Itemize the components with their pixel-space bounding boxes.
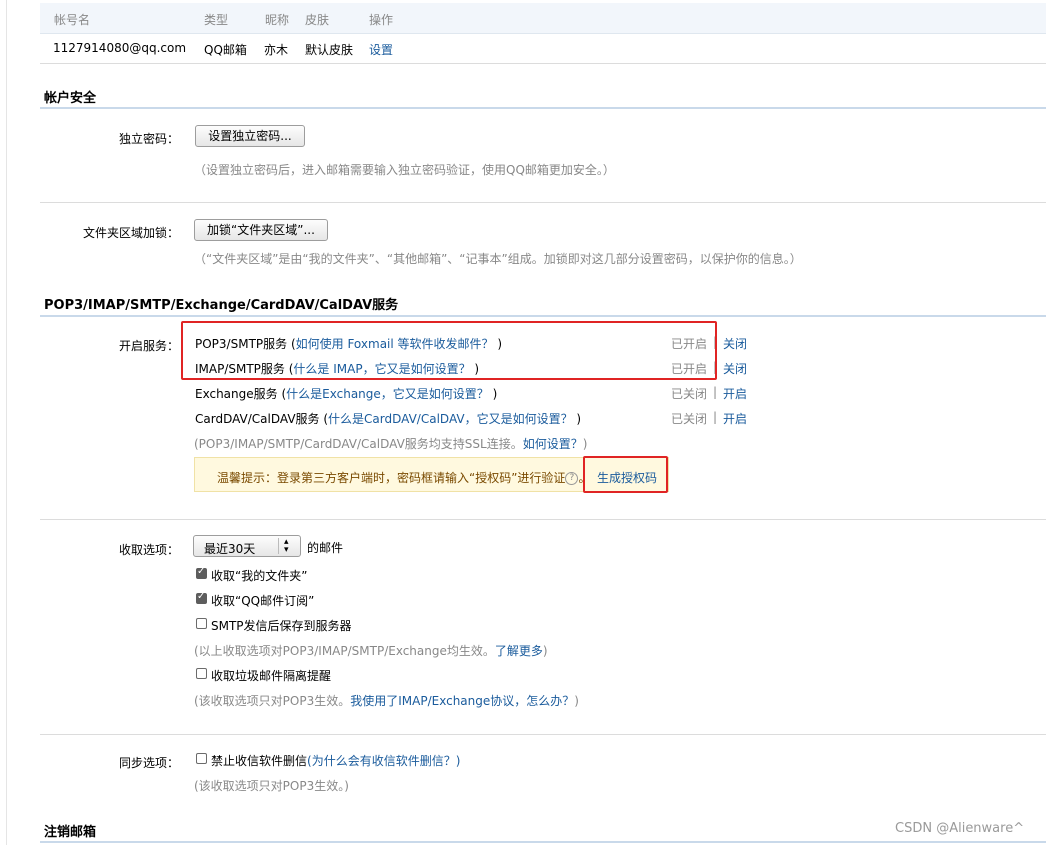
service-carddav-name: CardDAV/CalDAV服务: [195, 412, 320, 426]
receive-qq-subscription-label: 收取“QQ邮件订阅”: [211, 594, 315, 608]
independent-password-hint: （设置独立密码后，进入邮箱需要输入独立密码验证，使用QQ邮箱更加安全。）: [194, 163, 615, 177]
prevent-client-delete-checkbox[interactable]: [196, 753, 207, 764]
paren: (: [277, 387, 287, 401]
services-label: 开启服务：: [119, 339, 180, 353]
section-divider: [40, 107, 1046, 109]
receive-range-suffix: 的邮件: [307, 541, 344, 555]
paren: ): [542, 644, 548, 658]
folder-lock-label: 文件夹区域加锁：: [83, 226, 180, 240]
col-header-type: 类型: [204, 13, 229, 27]
separator: |: [713, 385, 718, 399]
receive-note-text: (以上收取选项对POP3/IMAP/SMTP/Exchange均生效。: [194, 644, 495, 658]
smtp-save-sent-checkbox[interactable]: [196, 618, 207, 629]
service-carddav-toggle-link[interactable]: 开启: [723, 410, 747, 427]
receive-my-folders-checkbox[interactable]: [196, 566, 207, 579]
ssl-help-link[interactable]: 如何设置？: [523, 437, 583, 451]
paren: ): [488, 387, 498, 401]
col-header-skin: 皮肤: [305, 13, 330, 27]
why-delete-link[interactable]: (为什么会有收信软件删信？): [307, 754, 460, 768]
learn-more-link[interactable]: 了解更多: [495, 644, 543, 658]
question-icon[interactable]: ?: [565, 472, 579, 485]
sync-options-label: 同步选项：: [119, 756, 180, 770]
service-exchange-help-link[interactable]: 什么是Exchange，它又是如何设置？: [286, 387, 489, 401]
folder-lock-hint: （“文件夹区域”是由“我的文件夹”、“其他邮箱”、“记事本”组成。加锁即对这几部…: [194, 252, 802, 266]
divider: [40, 734, 1046, 735]
watermark: CSDN @Alienware^: [895, 821, 1025, 836]
paren: ): [582, 437, 588, 451]
highlight-box: [181, 321, 717, 380]
chevron-updown-icon: ▴ ▾: [284, 537, 289, 555]
smtp-save-sent-label: SMTP发信后保存到服务器: [211, 619, 352, 633]
tip-message: 温馨提示：登录第三方客户端时，密码框请输入“授权码”进行验证: [217, 471, 566, 485]
account-table-header: [40, 3, 1046, 34]
account-skin: 默认皮肤: [305, 43, 354, 57]
imap-exchange-help-link[interactable]: 我使用了IMAP/Exchange协议，怎么办？: [350, 694, 574, 708]
divider: [40, 202, 1046, 203]
lock-folder-area-button[interactable]: 加锁“文件夹区域”...: [194, 219, 328, 241]
sync-note: (该收取选项只对POP3生效。): [194, 779, 349, 793]
separator: |: [713, 410, 718, 424]
paren: ): [572, 412, 582, 426]
receive-my-folders-label: 收取“我的文件夹”: [211, 569, 308, 583]
paren: ): [574, 694, 579, 708]
section-divider: [40, 841, 1046, 843]
security-title: 帐户安全: [44, 91, 97, 106]
service-exchange-name: Exchange服务: [195, 387, 278, 401]
independent-password-label: 独立密码：: [119, 132, 180, 146]
section-divider: [40, 315, 1046, 317]
service-exchange-row: Exchange服务 (什么是Exchange，它又是如何设置？ ): [195, 385, 497, 402]
col-header-account: 帐号名: [54, 13, 91, 27]
pop3-only-text: (该收取选项只对POP3生效。: [194, 694, 351, 708]
receive-options-label: 收取选项：: [119, 543, 180, 557]
service-imap-toggle-link[interactable]: 关闭: [723, 360, 747, 377]
account-settings-link[interactable]: 设置: [369, 41, 393, 58]
prevent-client-delete-label: 禁止收信软件删信: [211, 754, 308, 768]
settings-page: 帐号名 类型 昵称 皮肤 操作 1127914080@qq.com QQ邮箱 亦…: [6, 0, 1046, 845]
account-nickname: 亦木: [264, 43, 289, 57]
paren: (: [319, 412, 329, 426]
spam-quarantine-checkbox[interactable]: [196, 668, 207, 679]
cancel-account-title: 注销邮箱: [44, 825, 97, 840]
receive-range-select[interactable]: 最近30天 ▴ ▾: [193, 535, 301, 557]
service-carddav-status: 已关闭: [671, 412, 708, 426]
ssl-note-text: (POP3/IMAP/SMTP/CardDAV/CalDAV服务均支持SSL连接…: [194, 437, 523, 451]
pop3-only-note: (该收取选项只对POP3生效。我使用了IMAP/Exchange协议，怎么办？): [194, 692, 579, 709]
highlight-box: [583, 456, 668, 493]
col-header-action: 操作: [369, 13, 394, 27]
account-type: QQ邮箱: [204, 43, 247, 57]
receive-range-value: 最近30天: [204, 542, 256, 556]
service-exchange-status: 已关闭: [671, 387, 708, 401]
ssl-note: (POP3/IMAP/SMTP/CardDAV/CalDAV服务均支持SSL连接…: [194, 435, 587, 452]
service-carddav-help-link[interactable]: 什么是CardDAV/CalDAV，它又是如何设置？: [328, 412, 573, 426]
col-header-nickname: 昵称: [265, 13, 290, 27]
prevent-client-delete-row: 禁止收信软件删信(为什么会有收信软件删信？): [211, 752, 460, 769]
divider: [40, 519, 1046, 520]
account-email: 1127914080@qq.com: [53, 41, 187, 55]
receive-note: (以上收取选项对POP3/IMAP/SMTP/Exchange均生效。了解更多): [194, 642, 548, 659]
service-pop3-toggle-link[interactable]: 关闭: [723, 335, 747, 352]
services-title: POP3/IMAP/SMTP/Exchange/CardDAV/CalDAV服务: [44, 298, 399, 313]
divider: [40, 63, 1046, 64]
set-independent-password-button[interactable]: 设置独立密码...: [195, 125, 305, 147]
select-divider: [278, 538, 279, 554]
receive-qq-subscription-checkbox[interactable]: [196, 591, 207, 604]
spam-quarantine-label: 收取垃圾邮件隔离提醒: [211, 669, 332, 683]
service-exchange-toggle-link[interactable]: 开启: [723, 385, 747, 402]
service-carddav-row: CardDAV/CalDAV服务 (什么是CardDAV/CalDAV，它又是如…: [195, 410, 581, 427]
tip-text: 温馨提示：登录第三方客户端时，密码框请输入“授权码”进行验证?。: [217, 469, 590, 486]
